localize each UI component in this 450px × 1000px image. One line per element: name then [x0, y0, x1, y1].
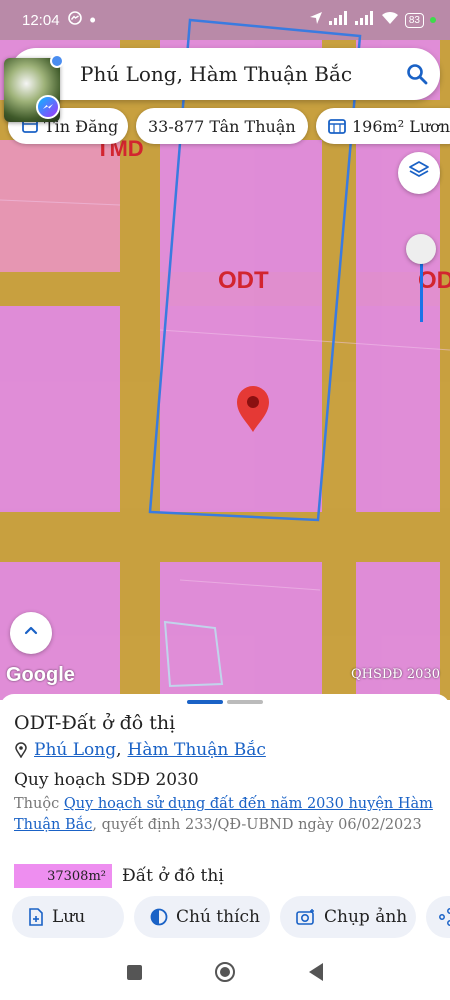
chip-label: 196m² Lươn	[352, 116, 450, 136]
more-notifications-icon: •	[89, 9, 96, 30]
zone-title: ODT-Đất ở đô thị	[14, 712, 176, 734]
chevron-up-icon	[22, 622, 40, 645]
location-pin-icon	[14, 742, 28, 758]
legend-icon	[150, 908, 168, 926]
save-button[interactable]: Lưu	[12, 896, 124, 938]
screenshot-label: Chụp ảnh	[324, 907, 408, 927]
chip-parcel-number[interactable]: 33-877 Tân Thuận	[136, 108, 308, 144]
zone-label-main: ODT	[218, 267, 269, 294]
plan-title: Quy hoạch SDĐ 2030	[14, 770, 199, 790]
screenshot-button[interactable]: Chụp ảnh	[280, 896, 416, 938]
calendar-icon	[328, 118, 346, 134]
save-label: Lưu	[52, 907, 86, 927]
signal-icon	[328, 11, 349, 29]
location-status-icon	[309, 11, 323, 29]
search-bar[interactable]: Phú Long, Hàm Thuận Bắc	[10, 48, 440, 100]
recents-button[interactable]	[126, 964, 142, 980]
legend-button[interactable]: Chú thích	[134, 896, 270, 938]
map-canvas[interactable]: ODT OD TMD	[0, 0, 450, 700]
map-source-label: QHSDĐ 2030	[350, 667, 440, 682]
plan-description: Thuộc Quy hoạch sử dụng đất đến năm 2030…	[14, 794, 434, 836]
area-row: 37308m² Đất ở đô thị	[14, 864, 224, 888]
commune-link[interactable]: Phú Long	[34, 740, 116, 760]
chip-area[interactable]: 196m² Lươn	[316, 108, 450, 144]
district-link[interactable]: Hàm Thuận Bắc	[128, 740, 266, 760]
area-badge: 37308m²	[14, 864, 112, 888]
share-button[interactable]	[426, 896, 450, 938]
home-button[interactable]	[215, 962, 236, 982]
search-icon[interactable]	[394, 63, 440, 85]
legend-label: Chú thích	[176, 907, 260, 927]
layers-button[interactable]	[398, 152, 440, 194]
save-icon	[28, 908, 44, 926]
messenger-icon	[36, 95, 60, 119]
status-bar: 12:04 • 83	[0, 0, 450, 40]
map-view[interactable]: ODT OD TMD	[0, 0, 450, 700]
camera-active-indicator	[430, 17, 436, 23]
back-button[interactable]	[309, 963, 324, 981]
expand-up-button[interactable]	[10, 612, 52, 654]
battery-icon: 83	[404, 12, 424, 28]
google-logo: Google	[6, 664, 75, 686]
camera-icon	[296, 908, 316, 926]
chip-label: 33-877 Tân Thuận	[148, 116, 296, 136]
layers-icon	[408, 160, 430, 187]
screen: ODT OD TMD 12:04 • 83 Phú Long, Hàm Thuậ…	[0, 0, 450, 1000]
avatar-status-dot	[50, 54, 64, 68]
system-nav-bar	[0, 944, 450, 1000]
plan-desc-suffix: , quyết định 233/QĐ-UBND ngày 06/02/2023	[92, 817, 422, 833]
filter-chips: Tin Đăng 33-877 Tân Thuận 196m² Lươn	[0, 108, 450, 148]
opacity-slider-thumb[interactable]	[406, 234, 436, 264]
signal-icon-2	[354, 11, 375, 29]
sheet-handle[interactable]	[187, 700, 263, 704]
wifi-icon	[381, 11, 399, 29]
address-row: Phú Long, Hàm Thuận Bắc	[14, 740, 266, 760]
area-label: Đất ở đô thị	[122, 866, 224, 886]
page-indicator	[227, 700, 263, 704]
messenger-notification-icon	[67, 11, 82, 29]
home-icon	[220, 967, 231, 977]
page-indicator-active	[187, 700, 223, 704]
share-icon	[438, 908, 450, 926]
plan-desc-prefix: Thuộc	[14, 796, 60, 812]
status-time: 12:04	[22, 11, 60, 29]
action-bar: Lưu Chú thích Chụp ảnh	[12, 896, 450, 938]
address-separator: ,	[116, 740, 122, 760]
search-input[interactable]: Phú Long, Hàm Thuận Bắc	[80, 62, 394, 86]
